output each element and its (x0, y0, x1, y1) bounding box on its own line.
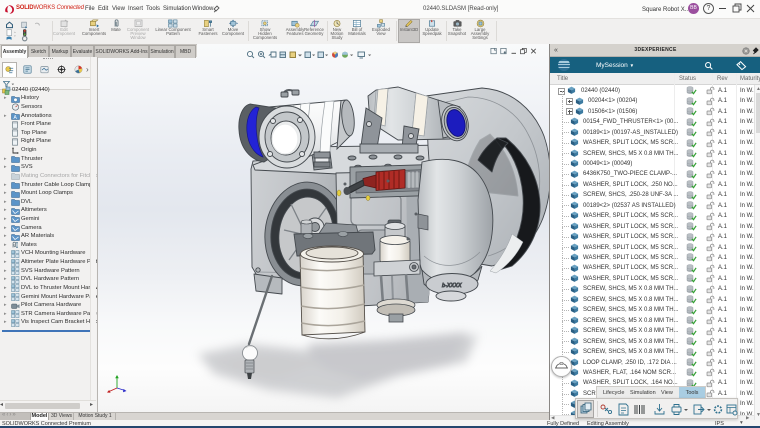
svg-text:b-XXXX: b-XXXX (442, 283, 462, 289)
